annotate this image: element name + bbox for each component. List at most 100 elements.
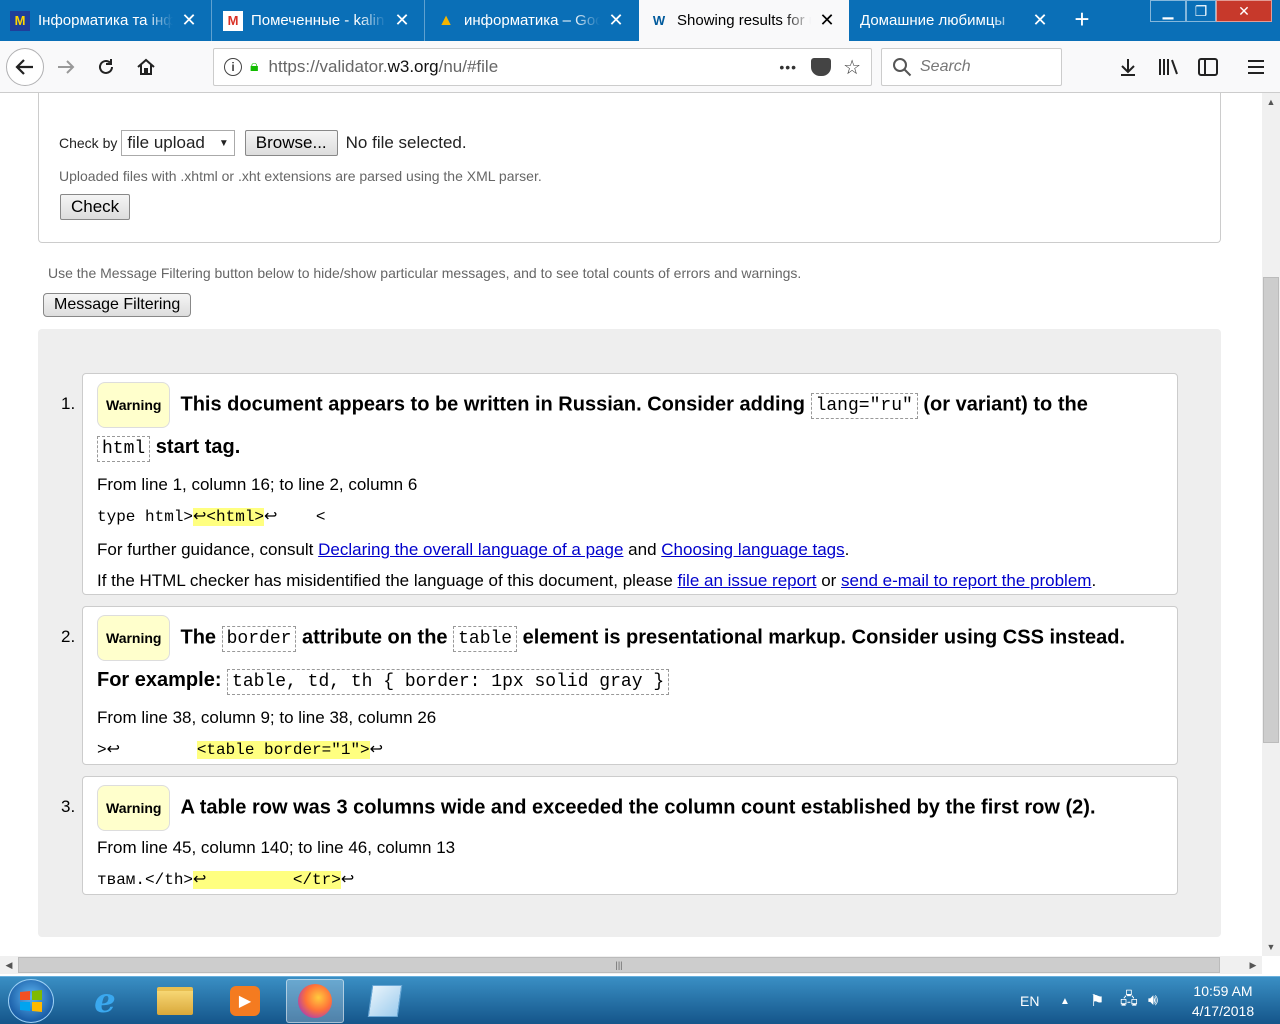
message-location: From line 45, column 140; to line 46, co… bbox=[97, 838, 456, 857]
system-clock[interactable]: 10:59 AM 4/17/2018 bbox=[1178, 981, 1268, 1021]
tab-validator-active[interactable]: W Showing results for u ✕ bbox=[639, 0, 849, 41]
declaring-language-link[interactable]: Declaring the overall language of a page bbox=[318, 540, 623, 559]
title-text: start tag. bbox=[155, 436, 241, 458]
misid-end: . bbox=[1091, 571, 1097, 590]
action-center-flag-icon[interactable]: ⚑ bbox=[1090, 977, 1104, 1024]
forward-button[interactable] bbox=[48, 49, 84, 85]
message-filtering-button[interactable]: Message Filtering bbox=[43, 293, 192, 317]
extract-text: ↩ bbox=[369, 741, 384, 759]
clock-time: 10:59 AM bbox=[1193, 983, 1253, 999]
reload-button[interactable] bbox=[88, 49, 124, 85]
close-tab-icon[interactable]: ✕ bbox=[392, 10, 412, 31]
message-location: From line 38, column 9; to line 38, colu… bbox=[97, 708, 437, 727]
scroll-down-arrow-icon[interactable]: ▼ bbox=[1262, 938, 1280, 956]
message-item: 3. Warning A table row was 3 columns wide… bbox=[61, 776, 1178, 897]
scroll-left-arrow-icon[interactable]: ◀ bbox=[0, 956, 18, 974]
misid-or: or bbox=[821, 571, 837, 590]
close-tab-icon[interactable]: ✕ bbox=[1030, 10, 1050, 31]
tab-gmail[interactable]: M Помеченные - kalin ✕ bbox=[213, 0, 425, 41]
title-text: For example: bbox=[97, 669, 222, 691]
scroll-up-arrow-icon[interactable]: ▲ bbox=[1262, 93, 1280, 111]
taskbar-internet-explorer[interactable]: e bbox=[76, 979, 134, 1023]
title-text: The bbox=[180, 626, 217, 649]
taskbar-notepad[interactable] bbox=[356, 979, 414, 1023]
tab-title: информатика – Goo bbox=[464, 12, 600, 29]
menu-button[interactable] bbox=[1238, 49, 1274, 85]
tab-pets[interactable]: Домашние любимцы ✕ bbox=[850, 0, 1062, 41]
back-arrow-icon bbox=[15, 59, 33, 75]
firefox-icon bbox=[298, 984, 332, 1018]
guidance-and: and bbox=[628, 540, 657, 559]
library-button[interactable] bbox=[1150, 49, 1186, 85]
title-text: element is presentational markup. Consid… bbox=[522, 626, 1126, 649]
tab-informatika[interactable]: M Інформатика та інф ✕ bbox=[0, 0, 212, 41]
close-tab-icon[interactable]: ✕ bbox=[179, 10, 199, 31]
language-indicator[interactable]: EN bbox=[1020, 977, 1039, 1024]
volume-icon[interactable]: 🔊︎ bbox=[1148, 977, 1158, 1024]
url-path: /nu/#file bbox=[438, 57, 499, 76]
start-button[interactable] bbox=[8, 979, 54, 1023]
windows-taskbar: e ▶ EN ▲ ⚑ 🖧︎ 🔊︎ 10:59 AM 4/17/2018 bbox=[0, 976, 1280, 1024]
home-button[interactable] bbox=[128, 49, 164, 85]
network-icon[interactable]: 🖧︎ bbox=[1120, 977, 1138, 1024]
vertical-scroll-thumb[interactable] bbox=[1263, 277, 1279, 743]
close-tab-icon[interactable]: ✕ bbox=[606, 10, 626, 31]
send-email-link[interactable]: send e-mail to report the problem bbox=[841, 571, 1091, 590]
taskbar-file-explorer[interactable] bbox=[146, 979, 204, 1023]
code-extract: твам.</th>↩ </tr>↩ bbox=[97, 864, 1163, 897]
downloads-button[interactable] bbox=[1110, 49, 1146, 85]
code-snippet: border bbox=[221, 626, 297, 653]
back-button[interactable] bbox=[6, 48, 44, 86]
minimize-window-icon[interactable]: ▁ bbox=[1150, 0, 1186, 22]
show-hidden-icons-icon[interactable]: ▲ bbox=[1060, 977, 1070, 1024]
title-text: attribute on the bbox=[301, 626, 448, 649]
tab-title: Інформатика та інф bbox=[38, 12, 173, 29]
taskbar-media-player[interactable]: ▶ bbox=[216, 979, 274, 1023]
check-by-value: file upload bbox=[127, 133, 205, 152]
code-snippet: html bbox=[97, 436, 151, 462]
info-icon[interactable]: i bbox=[224, 58, 242, 76]
choosing-language-tags-link[interactable]: Choosing language tags bbox=[661, 540, 844, 559]
message-title: Warning The border attribute on the table… bbox=[97, 615, 1163, 701]
bookmark-star-icon[interactable]: ☆ bbox=[843, 55, 861, 80]
horizontal-scrollbar[interactable]: ◀ ||| ▶ bbox=[0, 956, 1262, 974]
guidance-end: . bbox=[844, 540, 850, 559]
url-text: https://validator.w3.org/nu/#file bbox=[269, 57, 499, 77]
title-text: (or variant) to the bbox=[923, 393, 1088, 416]
page-actions-icon[interactable]: ••• bbox=[779, 59, 797, 75]
pocket-icon[interactable] bbox=[811, 58, 832, 76]
lock-icon[interactable]: 🔒︎ bbox=[250, 58, 259, 76]
title-text: This document appears to be written in R… bbox=[180, 393, 806, 416]
scroll-right-arrow-icon[interactable]: ▶ bbox=[1244, 956, 1262, 974]
sidebar-button[interactable] bbox=[1190, 49, 1226, 85]
search-bar[interactable]: Search bbox=[881, 48, 1062, 86]
vertical-scrollbar[interactable]: ▲ ▼ bbox=[1262, 93, 1280, 956]
horizontal-scroll-thumb[interactable]: ||| bbox=[18, 957, 1220, 973]
close-tab-icon[interactable]: ✕ bbox=[817, 10, 837, 31]
message-number: 3. bbox=[61, 797, 76, 816]
extract-highlight: ↩<html> bbox=[193, 508, 265, 526]
url-bar[interactable]: i 🔒︎ https://validator.w3.org/nu/#file •… bbox=[213, 48, 872, 86]
maximize-window-icon[interactable]: ❐ bbox=[1186, 0, 1216, 22]
internet-explorer-icon: e bbox=[94, 981, 116, 1021]
reload-icon bbox=[99, 59, 113, 74]
tab-title: Домашние любимцы bbox=[860, 12, 1006, 29]
browse-button[interactable]: Browse... bbox=[244, 130, 338, 156]
close-window-icon[interactable]: ✕ bbox=[1216, 0, 1272, 22]
warning-badge: Warning bbox=[97, 382, 171, 428]
xml-parser-hint: Uploaded files with .xhtml or .xht exten… bbox=[59, 168, 542, 184]
check-by-select[interactable]: file upload ▼ bbox=[121, 130, 235, 156]
message-title: Warning A table row was 3 columns wide an… bbox=[97, 785, 1163, 831]
code-extract: type html>↩<html>↩ < bbox=[97, 501, 1163, 534]
check-button[interactable]: Check bbox=[60, 194, 131, 220]
navigation-toolbar: i 🔒︎ https://validator.w3.org/nu/#file •… bbox=[0, 41, 1280, 93]
moodle-favicon-icon: M bbox=[10, 10, 30, 31]
extract-text: >↩ bbox=[97, 741, 197, 759]
url-domain: w3.org bbox=[387, 57, 439, 76]
new-tab-button[interactable]: + bbox=[1066, 5, 1098, 35]
guidance-prefix: For further guidance, consult bbox=[97, 540, 314, 559]
tab-google-drive[interactable]: ▲ информатика – Goo ✕ bbox=[426, 0, 638, 41]
file-issue-link[interactable]: file an issue report bbox=[678, 571, 817, 590]
windows-logo-icon bbox=[20, 990, 42, 1012]
taskbar-firefox[interactable] bbox=[286, 979, 344, 1023]
